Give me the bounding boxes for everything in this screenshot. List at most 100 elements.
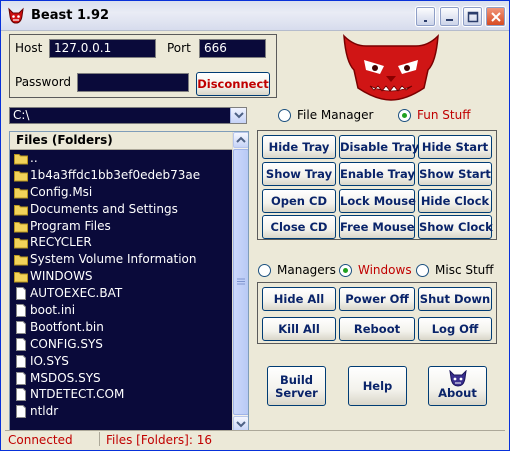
windows-label[interactable]: Windows	[358, 263, 412, 277]
misc-stuff-label[interactable]: Misc Stuff	[435, 263, 494, 277]
fun-stuff-label[interactable]: Fun Stuff	[417, 108, 470, 122]
file-list-item[interactable]: ..	[10, 150, 232, 167]
managers-label[interactable]: Managers	[277, 263, 336, 277]
file-name: CONFIG.SYS	[30, 336, 103, 351]
windows-radio[interactable]	[339, 264, 352, 277]
power-off-button[interactable]: Power Off	[339, 287, 415, 311]
hide-start-button[interactable]: Hide Start	[418, 135, 492, 159]
free-mouse-button[interactable]: Free Mouse	[339, 215, 415, 239]
file-name: IO.SYS	[30, 353, 69, 368]
scroll-up-button[interactable]	[233, 132, 248, 148]
folder-icon	[14, 255, 28, 266]
file-list-items: .. 1b4a3ffdc1bb3ef0edeb73ae Config.Msi Docu…	[10, 150, 232, 420]
misc-stuff-radio[interactable]	[416, 264, 429, 277]
beast-window: Beast 1.92 Host 127.0.0.1 Port 666 Passw…	[0, 0, 510, 451]
disable-tray-button[interactable]: Disable Tray	[339, 135, 419, 159]
chevron-down-icon	[234, 112, 244, 119]
file-list-item[interactable]: MSDOS.SYS	[10, 370, 232, 387]
chevron-down-icon	[236, 421, 246, 428]
file-list-item[interactable]: 1b4a3ffdc1bb3ef0edeb73ae	[10, 167, 232, 184]
file-list-item[interactable]: ntldr	[10, 403, 232, 420]
path-dropdown-arrow[interactable]	[230, 108, 246, 123]
file-manager-label[interactable]: File Manager	[297, 108, 374, 122]
connection-status: Connected	[8, 433, 73, 447]
file-name: MSDOS.SYS	[30, 370, 101, 385]
hide-clock-button[interactable]: Hide Clock	[418, 189, 492, 213]
file-icon	[16, 320, 26, 334]
folder-icon	[14, 187, 28, 199]
port-label: Port	[167, 41, 191, 55]
file-list-item[interactable]: Bootfont.bin	[10, 319, 232, 336]
lock-mouse-button[interactable]: Lock Mouse	[339, 189, 416, 213]
close-icon	[491, 12, 501, 22]
scroll-thumb[interactable]	[233, 149, 248, 415]
beast-logo-icon	[343, 34, 439, 101]
file-icon	[16, 304, 26, 318]
file-list-item[interactable]: AUTOEXEC.BAT	[10, 285, 232, 302]
open-cd-button[interactable]: Open CD	[262, 189, 336, 213]
file-list-item[interactable]: Program Files	[10, 218, 232, 235]
file-list-item[interactable]: WINDOWS	[10, 268, 232, 285]
path-dropdown[interactable]: C:\	[9, 107, 247, 124]
file-list-item[interactable]: boot.ini	[10, 302, 232, 319]
folder-icon	[14, 272, 28, 283]
managers-radio[interactable]	[258, 264, 271, 277]
host-label: Host	[15, 41, 43, 55]
help-title-button[interactable]	[415, 6, 436, 27]
file-list-item[interactable]: IO.SYS	[10, 353, 232, 370]
log-off-button[interactable]: Log Off	[418, 317, 492, 341]
path-value: C:\	[13, 108, 30, 122]
file-list-scrollbar[interactable]	[232, 132, 248, 433]
fun-stuff-radio[interactable]	[398, 109, 411, 122]
show-tray-button[interactable]: Show Tray	[262, 162, 336, 186]
file-list-item[interactable]: System Volume Information	[10, 251, 232, 268]
about-button[interactable]: About	[428, 366, 487, 406]
file-list-item[interactable]: NTDETECT.COM	[10, 386, 232, 403]
help-button[interactable]: Help	[348, 366, 407, 406]
file-name: Config.Msi	[30, 184, 93, 199]
disconnect-button[interactable]: Disconnect	[196, 72, 270, 96]
host-input[interactable]: 127.0.0.1	[49, 39, 156, 58]
hide-tray-button[interactable]: Hide Tray	[262, 135, 336, 159]
file-list-header[interactable]: Files (Folders)	[10, 132, 232, 150]
file-icon	[16, 388, 26, 402]
shut-down-button[interactable]: Shut Down	[418, 287, 492, 311]
folder-icon	[14, 238, 28, 249]
connection-panel: Host 127.0.0.1 Port 666 Password Disconn…	[9, 34, 277, 98]
password-input[interactable]	[77, 73, 189, 92]
enable-tray-button[interactable]: Enable Tray	[339, 162, 415, 186]
close-cd-button[interactable]: Close CD	[262, 215, 336, 239]
reboot-button[interactable]: Reboot	[339, 317, 415, 341]
show-start-button[interactable]: Show Start	[418, 162, 492, 186]
close-button[interactable]	[485, 6, 506, 27]
kill-all-button[interactable]: Kill All	[262, 317, 336, 341]
file-name: ntldr	[30, 404, 59, 419]
file-name: AUTOEXEC.BAT	[30, 286, 123, 301]
file-list-item[interactable]: RECYCLER	[10, 234, 232, 251]
port-input[interactable]: 666	[199, 39, 266, 58]
help-label: Help	[362, 379, 393, 393]
file-list-item[interactable]: Config.Msi	[10, 184, 232, 201]
title-bar[interactable]: Beast 1.92	[1, 1, 509, 31]
minimize-button[interactable]	[439, 6, 460, 27]
folder-icon	[14, 170, 28, 182]
status-separator	[99, 432, 100, 446]
devil-icon	[8, 7, 24, 24]
file-list-item[interactable]: CONFIG.SYS	[10, 336, 232, 353]
file-list[interactable]: Files (Folders) .. 1b4a3ffdc1bb3ef0edeb73…	[9, 131, 249, 434]
file-name: ..	[30, 151, 38, 165]
hide-all-button[interactable]: Hide All	[262, 287, 336, 311]
file-icon	[16, 405, 26, 419]
chevron-up-icon	[236, 136, 246, 143]
file-list-item[interactable]: Documents and Settings	[10, 201, 232, 218]
file-icon	[16, 287, 26, 301]
file-name: 1b4a3ffdc1bb3ef0edeb73ae	[30, 167, 201, 182]
maximize-icon	[467, 11, 479, 23]
build-server-button[interactable]: Build Server	[267, 366, 326, 406]
show-clock-button[interactable]: Show Clock	[418, 215, 493, 239]
question-icon	[424, 20, 427, 22]
file-manager-radio[interactable]	[278, 109, 291, 122]
windows-panel: Hide All Power Off Shut Down Kill All Re…	[257, 282, 497, 344]
minimize-icon	[446, 19, 453, 21]
maximize-button[interactable]	[462, 6, 483, 27]
